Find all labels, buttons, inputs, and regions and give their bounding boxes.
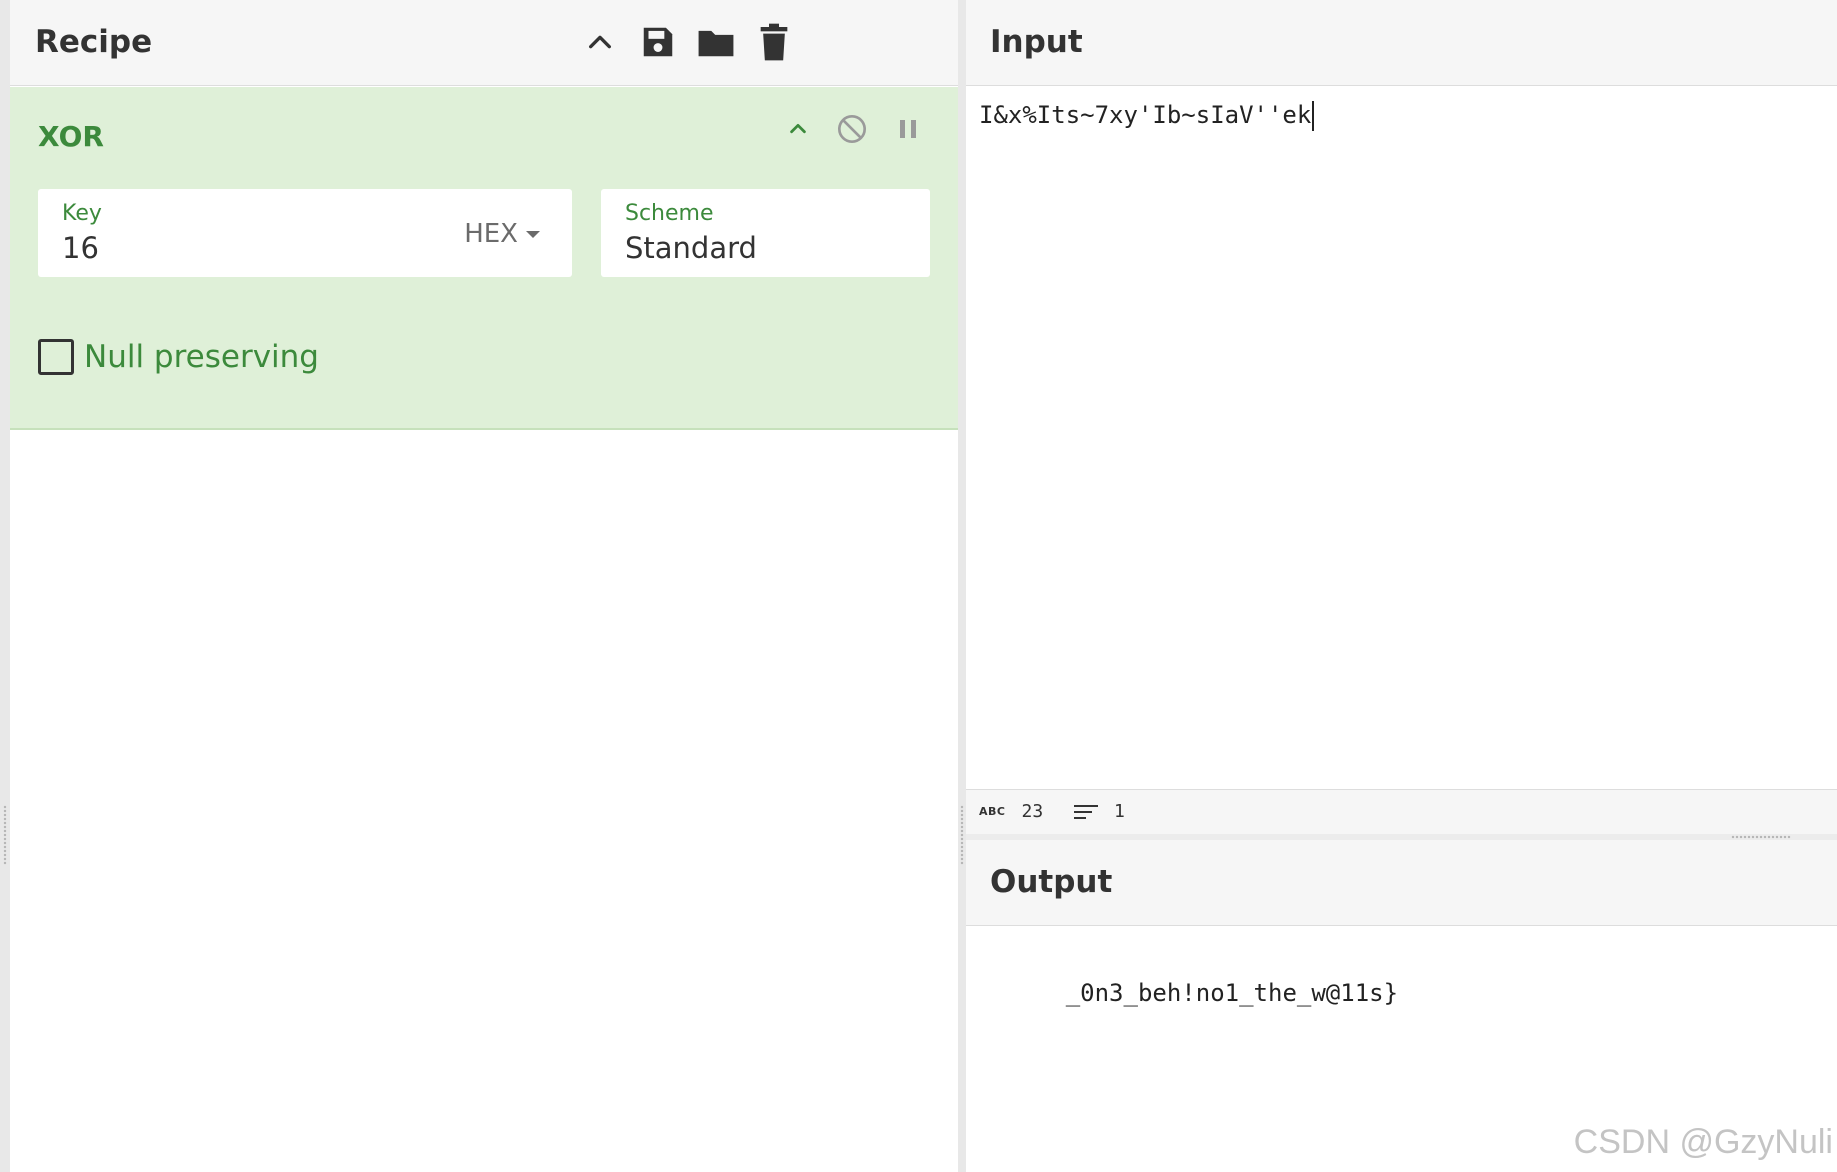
input-header: Input [966, 0, 1837, 86]
operation-title: XOR [38, 120, 104, 153]
pause-icon [900, 120, 916, 138]
operation-xor: XOR Key 16 HEX Scheme Standard Null pres… [10, 87, 958, 430]
chevron-up-icon [790, 123, 806, 134]
key-label: Key [62, 201, 102, 226]
folder-icon [698, 30, 734, 57]
recipe-header: Recipe [10, 0, 958, 86]
save-icon [643, 27, 673, 57]
resize-grip[interactable] [960, 805, 964, 865]
key-field[interactable]: Key 16 HEX [38, 189, 572, 277]
input-lines: 1 [1114, 801, 1125, 822]
lines-icon [1074, 803, 1098, 821]
collapse-all-button[interactable] [576, 18, 624, 66]
scheme-field[interactable]: Scheme Standard [601, 189, 930, 277]
abc-icon: ABC [979, 805, 1006, 818]
disable-operation-button[interactable] [830, 107, 874, 151]
resize-grip[interactable] [1731, 835, 1791, 839]
scheme-select[interactable]: Standard [625, 231, 757, 265]
pane-resize-divider[interactable] [958, 0, 966, 1172]
input-title: Input [990, 24, 1083, 60]
input-status-bar: ABC 23 1 [966, 789, 1837, 834]
text-cursor [1312, 101, 1315, 131]
left-resize-gutter[interactable] [0, 0, 10, 1172]
caret-down-icon [526, 230, 540, 238]
lines-stat: 1 [1074, 801, 1125, 822]
output-title: Output [990, 864, 1113, 900]
null-preserving-checkbox[interactable] [38, 339, 74, 375]
input-pane: Input I&x%Its~7xy'Ib~sIaV''ek ABC 23 1 [966, 0, 1837, 834]
save-recipe-button[interactable] [634, 18, 682, 66]
key-format-value: HEX [464, 219, 518, 249]
input-text: I&x%Its~7xy'Ib~sIaV''ek [979, 101, 1312, 129]
input-textarea[interactable]: I&x%Its~7xy'Ib~sIaV''ek [979, 101, 1315, 131]
input-length: 23 [1021, 801, 1044, 822]
null-preserving-option[interactable]: Null preserving [38, 336, 319, 378]
output-text: _0n3_beh!no1_the_w@11s} [1065, 979, 1399, 1007]
breakpoint-button[interactable] [886, 107, 930, 151]
output-textarea[interactable]: _0n3_beh!no1_the_w@11s} [979, 951, 1398, 1035]
disable-icon [838, 115, 866, 143]
clear-recipe-button[interactable] [750, 18, 798, 66]
resize-grip[interactable] [3, 805, 7, 865]
output-header: Output [966, 840, 1837, 926]
key-format-dropdown[interactable]: HEX [464, 219, 540, 249]
chevron-up-icon [589, 35, 611, 49]
cyberchef-app: Recipe XOR Key 16 HEX Scheme Standard Nu… [0, 0, 1837, 1172]
watermark: CSDN @GzyNuli [1573, 1123, 1833, 1161]
collapse-operation-button[interactable] [776, 107, 820, 151]
key-input[interactable]: 16 [62, 231, 99, 265]
trash-icon [760, 23, 788, 61]
recipe-title: Recipe [35, 24, 153, 60]
length-stat: ABC 23 [979, 801, 1043, 822]
recipe-pane: Recipe XOR Key 16 HEX Scheme Standard Nu… [10, 0, 958, 1172]
load-recipe-button[interactable] [692, 18, 740, 66]
scheme-label: Scheme [625, 201, 714, 226]
null-preserving-label: Null preserving [84, 339, 319, 375]
